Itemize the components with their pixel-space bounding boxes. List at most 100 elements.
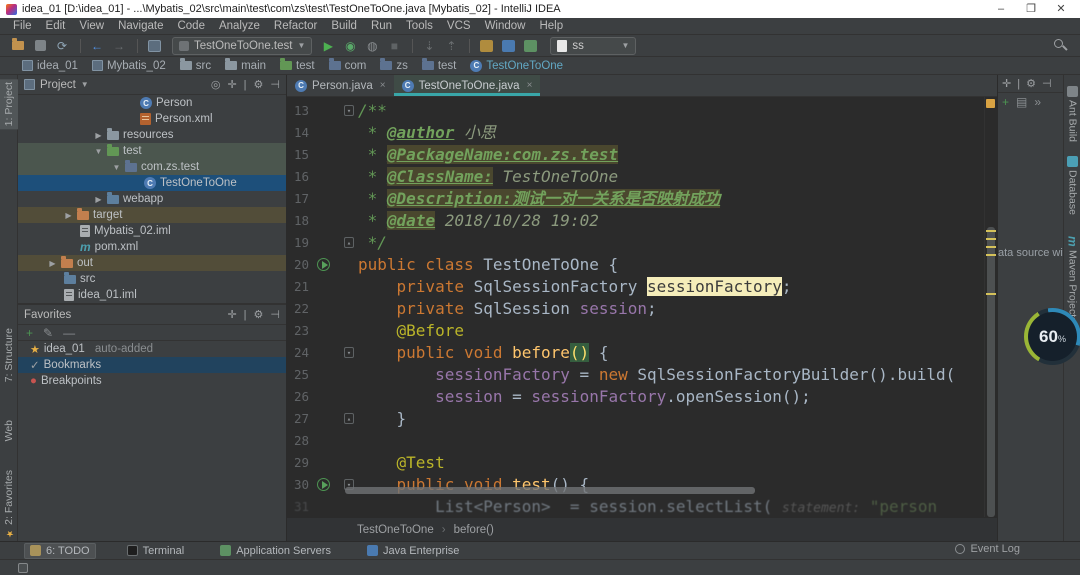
breadcrumb-item[interactable]: test [280, 58, 315, 72]
menu-tools[interactable]: Tools [399, 20, 440, 32]
tool-strip-ant-build[interactable]: Ant Build [1064, 83, 1080, 145]
code-line-17[interactable]: 17 * @Description:测试一对一关系是否映射成功 [287, 188, 984, 210]
find-edit-icon[interactable] [476, 38, 496, 54]
back-icon[interactable]: ← [87, 38, 107, 54]
tree-item-person-xml[interactable]: Person.xml [18, 111, 286, 127]
search-everywhere-icon[interactable] [1054, 39, 1068, 53]
fold-marker-icon[interactable]: ▾ [344, 105, 354, 116]
close-tab-icon[interactable]: × [380, 80, 386, 91]
fold-marker-icon[interactable]: ▴ [344, 413, 354, 424]
collapse-icon[interactable]: ▼ [94, 147, 103, 156]
close-tab-icon[interactable]: × [527, 80, 533, 91]
project-header-icon[interactable]: ✛ [227, 79, 236, 91]
editor-tab-testonetoone-java[interactable]: C TestOneToOne.java × [393, 75, 541, 96]
menu-refactor[interactable]: Refactor [267, 20, 324, 32]
tool-strip-database[interactable]: Database [1064, 153, 1080, 218]
favorites-header-icon[interactable]: ⊣ [270, 309, 280, 321]
breadcrumb-item[interactable]: src [179, 58, 211, 72]
database-toolbar-icon[interactable]: + [1002, 95, 1009, 109]
tree-item-src[interactable]: src [18, 271, 286, 287]
project-header-icon[interactable]: ⚙ [254, 79, 264, 91]
menu-vcs[interactable]: VCS [440, 20, 478, 32]
tree-item-target[interactable]: ▶ target [18, 207, 286, 223]
warning-stripe-mark[interactable] [986, 230, 996, 232]
tree-item-test[interactable]: ▼ test [18, 143, 286, 159]
menu-file[interactable]: File [6, 20, 39, 32]
chevron-down-icon[interactable]: ▼ [81, 80, 89, 89]
code-line-31[interactable]: 31 List<Person> = session.selectList( st… [287, 496, 984, 517]
vertical-scrollbar-thumb[interactable] [987, 227, 995, 517]
code-line-18[interactable]: 18 * @date 2018/10/28 19:02 [287, 210, 984, 232]
search-field[interactable]: ss ▼ [550, 36, 637, 55]
database-header-icon[interactable]: ✛ [1002, 77, 1011, 90]
warning-stripe-mark[interactable] [986, 293, 996, 295]
database-header-icon[interactable]: ⊣ [1042, 77, 1052, 90]
code-line-14[interactable]: 14 * @author 小思 [287, 122, 984, 144]
code-line-29[interactable]: 29 @Test [287, 452, 984, 474]
project-panel-title[interactable]: Project [40, 79, 76, 91]
tool-strip--project[interactable]: 1: Project [0, 79, 18, 130]
menu-navigate[interactable]: Navigate [111, 20, 170, 32]
editor-tab-person-java[interactable]: C Person.java × [287, 75, 394, 96]
code-line-22[interactable]: 22 private SqlSession session; [287, 298, 984, 320]
code-line-23[interactable]: 23 @Before [287, 320, 984, 342]
database-header-icon[interactable]: | [1017, 78, 1020, 90]
run-icon[interactable]: ▶ [318, 38, 338, 54]
error-stripe[interactable] [984, 97, 997, 517]
breadcrumb-item[interactable]: test [421, 58, 456, 72]
code-line-25[interactable]: 25 sessionFactory = new SqlSessionFactor… [287, 364, 984, 386]
menu-run[interactable]: Run [364, 20, 399, 32]
favorites-toolbar-icon[interactable]: + [26, 326, 33, 340]
project-header-icon[interactable]: | [244, 79, 247, 91]
bottom-tab-6-todo[interactable]: 6: TODO [24, 542, 96, 559]
tool-strip--structure[interactable]: 7: Structure [0, 325, 18, 385]
tool-strip--favorites[interactable]: ★ 2: Favorites [0, 467, 18, 541]
favorites-item-bookmarks[interactable]: ✓ Bookmarks [18, 357, 286, 373]
tree-item-testonetoone[interactable]: C TestOneToOne [18, 175, 286, 191]
code-line-13[interactable]: 13 ▾ /** [287, 100, 984, 122]
event-log-button[interactable]: Event Log [955, 543, 1020, 555]
expand-icon[interactable]: ▶ [94, 131, 103, 140]
menu-view[interactable]: View [72, 20, 111, 32]
code-line-24[interactable]: 24 ▾ public void before() { [287, 342, 984, 364]
editor-breadcrumb-item[interactable]: TestOneToOne [357, 524, 434, 536]
database-toolbar-icon[interactable]: » [1034, 95, 1041, 109]
tree-item-idea-01-iml[interactable]: idea_01.iml [18, 287, 286, 303]
fold-marker-icon[interactable]: ▾ [344, 347, 354, 358]
run-test-icon[interactable] [317, 478, 330, 491]
expand-icon[interactable]: ▶ [64, 211, 73, 220]
breadcrumb-item[interactable]: idea_01 [22, 60, 78, 72]
warning-stripe-mark[interactable] [986, 238, 996, 240]
close-button[interactable]: ✕ [1046, 0, 1076, 18]
breadcrumb-item[interactable]: com [328, 58, 366, 72]
open-icon[interactable] [8, 38, 28, 54]
favorites-header-icon[interactable]: ⚙ [254, 309, 264, 321]
bottom-tab-terminal[interactable]: Terminal [122, 543, 190, 559]
debug-icon[interactable]: ◉ [340, 38, 360, 54]
code-line-16[interactable]: 16 * @ClassName: TestOneToOne [287, 166, 984, 188]
database-toolbar-icon[interactable]: ▤ [1016, 95, 1027, 109]
coverage-icon[interactable]: ◍ [362, 38, 382, 54]
project-header-icon[interactable]: ◎ [211, 79, 221, 91]
code-line-26[interactable]: 26 session = sessionFactory.openSession(… [287, 386, 984, 408]
horizontal-scrollbar[interactable] [345, 487, 755, 494]
bottom-tab-application-servers[interactable]: Application Servers [215, 543, 336, 559]
menu-code[interactable]: Code [170, 20, 212, 32]
breadcrumb-item[interactable]: C TestOneToOne [470, 59, 563, 72]
favorites-item-idea_01[interactable]: ★ idea_01 auto-added [18, 341, 286, 357]
expand-icon[interactable]: ▶ [48, 259, 57, 268]
forward-icon[interactable]: → [109, 38, 129, 54]
code-editor[interactable]: 13 ▾/** 14 * @author 小思 15 * @PackageName:c… [287, 97, 984, 517]
save-icon[interactable] [30, 38, 50, 54]
breadcrumb-item[interactable]: main [225, 58, 266, 72]
collapse-icon[interactable]: ▼ [112, 163, 121, 172]
toolwindow-toggle-icon[interactable] [18, 563, 28, 573]
breadcrumb-item[interactable]: zs [380, 58, 408, 72]
restore-button[interactable]: ❐ [1016, 0, 1046, 18]
messages-icon[interactable] [520, 38, 540, 54]
favorites-panel-title[interactable]: Favorites [24, 309, 71, 321]
menu-help[interactable]: Help [532, 20, 570, 32]
fold-marker-icon[interactable]: ▴ [344, 237, 354, 248]
tool-strip-web[interactable]: Web [0, 417, 18, 444]
minimize-button[interactable]: – [986, 0, 1016, 18]
